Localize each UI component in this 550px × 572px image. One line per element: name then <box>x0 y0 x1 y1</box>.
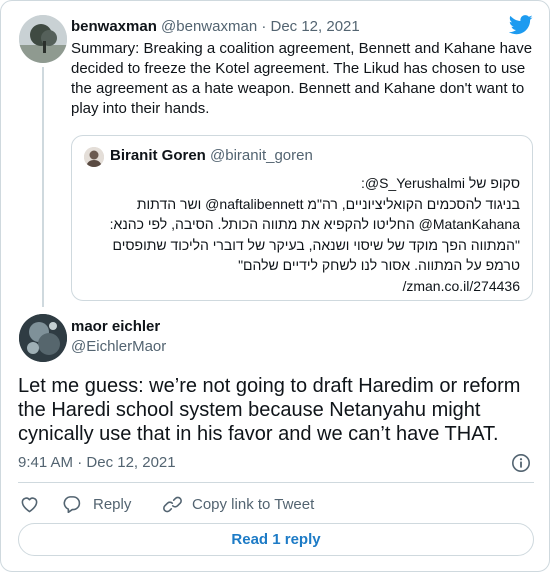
tweet-date[interactable]: Dec 12, 2021 <box>271 18 360 35</box>
tweet-embed-card: benwaxman @benwaxman · Dec 12, 2021 Summ… <box>0 0 550 572</box>
quoted-tweet[interactable]: Biranit Goren @biranit_goren סקופ של S_Y… <box>71 135 533 301</box>
thread-connector <box>42 67 44 307</box>
quoted-text-line: בניגוד להסכמים הקואליציוניים, רה"מ nafta… <box>136 195 520 212</box>
tweet-timestamp[interactable]: 9:41 AM · Dec 12, 2021 <box>18 453 176 473</box>
quoted-text-line: "המתווה הפך מוקד של שיסוי ושנאה, בעיקר ש… <box>112 236 521 253</box>
separator: · <box>261 18 267 35</box>
quoted-link[interactable]: zman.co.il/274436/ <box>80 276 520 297</box>
avatar[interactable] <box>19 15 67 63</box>
twitter-bird-icon[interactable] <box>509 15 533 35</box>
link-icon <box>163 496 182 512</box>
quoted-text-line: MatanKahana@ החליטו להקפיא את מתווה הכות… <box>109 216 520 232</box>
author-name[interactable]: maor eichler <box>71 317 160 337</box>
avatar[interactable] <box>19 314 67 362</box>
dark-photo-avatar-icon <box>19 314 67 362</box>
reply-button[interactable]: Reply <box>62 493 131 515</box>
parent-tweet-header: benwaxman @benwaxman · Dec 12, 2021 <box>71 17 360 37</box>
info-icon[interactable] <box>511 453 531 473</box>
avatar <box>84 147 104 167</box>
parent-tweet-text: Summary: Breaking a coalition agreement,… <box>71 40 533 117</box>
person-avatar-icon <box>84 147 104 167</box>
copy-link-label: Copy link to Tweet <box>192 495 315 513</box>
reply-label: Reply <box>93 495 132 513</box>
author-name: Biranit Goren <box>110 147 206 164</box>
read-replies-button[interactable]: Read 1 reply <box>18 523 534 556</box>
quoted-text-line: טרמפ על המתווה. אסור לנו לשחק לידיים שלה… <box>238 257 520 273</box>
tweet-date[interactable]: Dec 12, 2021 <box>86 454 175 471</box>
quoted-tweet-header: Biranit Goren @biranit_goren <box>110 146 313 166</box>
divider <box>18 482 534 483</box>
quoted-text-line: סקופ של S_Yerushalmi@: <box>360 175 520 191</box>
author-handle[interactable]: @EichlerMaor <box>71 337 166 357</box>
author-handle[interactable]: @benwaxman <box>161 18 257 35</box>
tweet-text: Let me guess: we’re not going to draft H… <box>18 375 521 445</box>
tweet-time[interactable]: 9:41 AM <box>18 454 73 471</box>
copy-link-button[interactable]: Copy link to Tweet <box>163 493 314 515</box>
author-handle: @biranit_goren <box>210 147 313 164</box>
reply-icon <box>63 496 81 513</box>
separator: · <box>77 454 83 471</box>
tree-landscape-avatar-icon <box>19 15 67 63</box>
heart-icon <box>21 497 38 513</box>
author-name[interactable]: benwaxman <box>71 18 157 35</box>
quoted-tweet-text: סקופ של S_Yerushalmi@: בניגוד להסכמים הק… <box>80 173 520 296</box>
like-button[interactable] <box>20 493 39 515</box>
